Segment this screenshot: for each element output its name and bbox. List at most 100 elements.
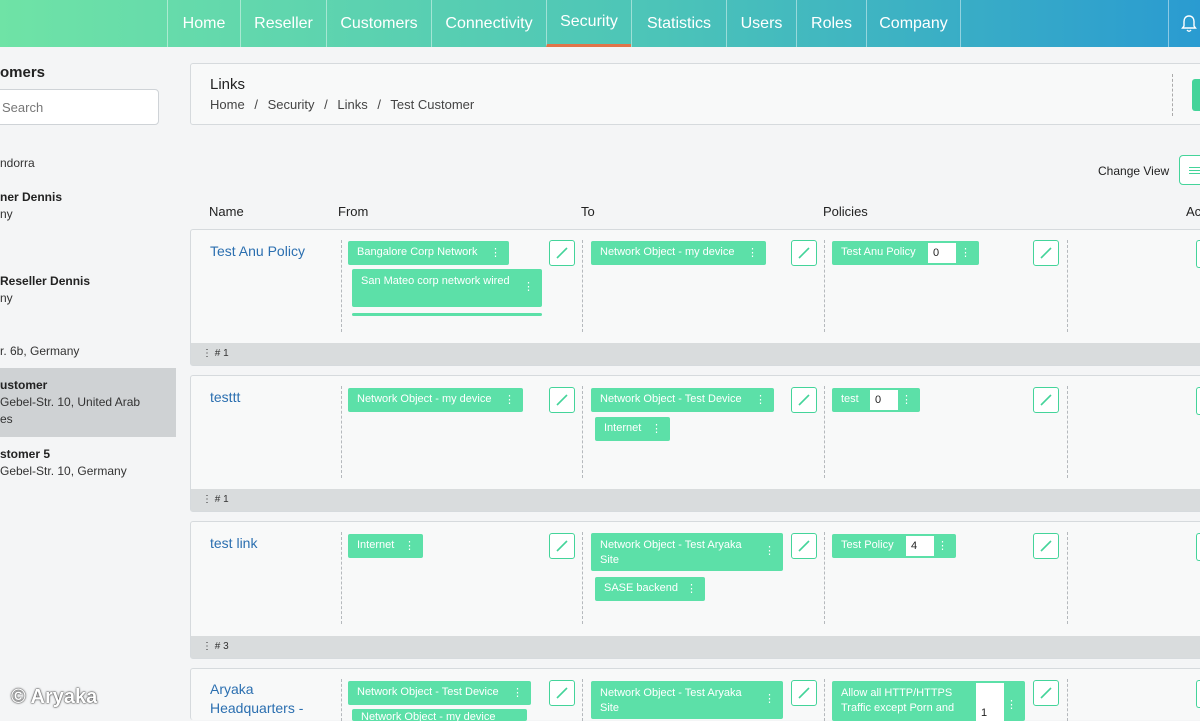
more-options-icon[interactable]: ⋮ [764,544,775,559]
column-header-name: Name [209,204,244,219]
customer-item[interactable]: ndorra [0,155,176,172]
column-divider [582,532,583,624]
customer-item[interactable]: Reseller Dennis ny [0,273,176,307]
link-name[interactable]: testtt [210,388,240,407]
policy-priority[interactable]: 4 [906,536,934,556]
customer-detail: Gebel-Str. 10, Germany [0,464,127,478]
to-object-chip[interactable]: Network Object - Test Device ⋮ [591,388,774,412]
to-object-chip[interactable]: Internet ⋮ [595,417,670,441]
drag-handle-icon[interactable]: ⋮ [202,494,215,505]
from-object-chip[interactable]: Bangalore Corp Network ⋮ [348,241,509,265]
from-object-chip[interactable]: Network Object - my device ⋮ [348,388,523,412]
edit-policy-button[interactable] [1033,387,1059,413]
customer-detail: es [0,412,13,426]
nav-roles[interactable]: Roles [796,0,866,47]
more-options-icon[interactable]: ⋮ [937,539,948,552]
nav-home[interactable]: Home [167,0,240,47]
customer-item[interactable]: r. 6b, Germany [0,343,176,360]
customer-item[interactable]: ner Dennis ny [0,189,176,223]
to-object-chip[interactable]: SASE backend ⋮ [595,577,705,601]
link-name[interactable]: Aryaka Headquarters - [210,680,320,718]
customer-detail: ny [0,207,13,221]
edit-policy-button[interactable] [1033,240,1059,266]
bell-icon[interactable] [1168,0,1200,47]
add-link-button[interactable] [1192,79,1200,111]
nav-connectivity[interactable]: Connectivity [431,0,546,47]
more-options-icon[interactable]: ⋮ [960,246,971,259]
nav-customers[interactable]: Customers [326,0,431,47]
nav-statistics[interactable]: Statistics [631,0,726,47]
from-object-chip[interactable]: Internet ⋮ [348,534,423,558]
link-order: # 1 [214,494,229,505]
watermark: © Aryaka [11,686,98,708]
breadcrumb-home[interactable]: Home [210,97,245,112]
action-button[interactable] [1196,387,1200,415]
list-view-icon[interactable] [1179,155,1200,185]
edit-from-button[interactable] [549,387,575,413]
customer-name: Reseller Dennis [0,274,91,288]
nav-reseller[interactable]: Reseller [240,0,326,47]
link-name[interactable]: test link [210,534,257,553]
more-options-icon[interactable]: ⋮ [523,280,534,295]
to-object-chip[interactable]: Network Object - my device ⋮ [591,241,766,265]
customer-item[interactable]: stomer 5 Gebel-Str. 10, Germany [0,446,176,480]
column-divider [341,679,342,721]
link-name[interactable]: Test Anu Policy [210,242,305,261]
customer-detail: Gebel-Str. 10, United Arab [0,395,141,409]
customer-search-input[interactable]: Search [0,89,159,125]
more-options-icon[interactable]: ⋮ [747,246,758,259]
more-options-icon[interactable]: ⋮ [764,692,775,707]
more-options-icon[interactable]: ⋮ [504,393,515,406]
nav-company[interactable]: Company [866,0,961,47]
action-button[interactable] [1196,533,1200,561]
edit-from-button[interactable] [549,533,575,559]
policy-chip[interactable]: Test Anu Policy 0 ⋮ [832,241,979,265]
more-options-icon[interactable]: ⋮ [1006,698,1017,713]
more-options-icon[interactable]: ⋮ [901,393,912,406]
nav-users[interactable]: Users [726,0,796,47]
edit-policy-button[interactable] [1033,680,1059,706]
to-object-chip[interactable]: Network Object - Test Aryaka Site ⋮ [591,533,783,571]
top-navigation: Home Reseller Customers Connectivity Sec… [0,0,1200,47]
policy-priority[interactable]: 0 [928,243,956,263]
policy-chip[interactable]: Test Policy 4 ⋮ [832,534,956,558]
edit-to-button[interactable] [791,240,817,266]
breadcrumb-customer: Test Customer [390,97,475,112]
nav-security[interactable]: Security [546,0,631,47]
from-object-chip[interactable] [352,313,542,316]
policy-priority[interactable]: 1 [976,683,1004,721]
edit-to-button[interactable] [791,533,817,559]
from-object-chip[interactable]: Network Object - my device [352,709,527,721]
breadcrumb-links[interactable]: Links [337,97,367,112]
more-options-icon[interactable]: ⋮ [651,422,662,435]
column-header-from: From [338,204,369,219]
edit-from-button[interactable] [549,240,575,266]
more-options-icon[interactable]: ⋮ [404,539,415,552]
policy-chip[interactable]: test 0 ⋮ [832,388,920,412]
customer-detail: r. 6b, Germany [0,344,80,358]
drag-handle-icon[interactable]: ⋮ [202,348,215,359]
edit-policy-button[interactable] [1033,533,1059,559]
from-object-chip[interactable]: San Mateo corp network wired ⋮ [352,269,542,307]
action-button[interactable] [1196,680,1200,708]
card-footer: ⋮ # 1 [191,489,1200,511]
edit-from-button[interactable] [549,680,575,706]
link-order: # 3 [214,641,229,652]
breadcrumb-security[interactable]: Security [268,97,315,112]
from-object-chip[interactable]: Network Object - Test Device ⋮ [348,681,531,705]
edit-to-button[interactable] [791,680,817,706]
action-button[interactable] [1196,240,1200,268]
card-footer: ⋮ # 3 [191,636,1200,658]
column-divider [824,386,825,478]
policy-priority[interactable]: 0 [870,390,898,410]
more-options-icon[interactable]: ⋮ [512,686,523,699]
more-options-icon[interactable]: ⋮ [686,582,697,595]
policy-chip[interactable]: Allow all HTTP/HTTPS Traffic except Porn… [832,681,1025,721]
to-object-chip[interactable]: Network Object - Test Aryaka Site ⋮ [591,681,783,719]
edit-to-button[interactable] [791,387,817,413]
column-header-to: To [581,204,595,219]
customer-item-selected[interactable]: ustomer Gebel-Str. 10, United Arab es [0,368,176,437]
more-options-icon[interactable]: ⋮ [755,393,766,406]
drag-handle-icon[interactable]: ⋮ [202,641,215,652]
more-options-icon[interactable]: ⋮ [490,246,501,259]
